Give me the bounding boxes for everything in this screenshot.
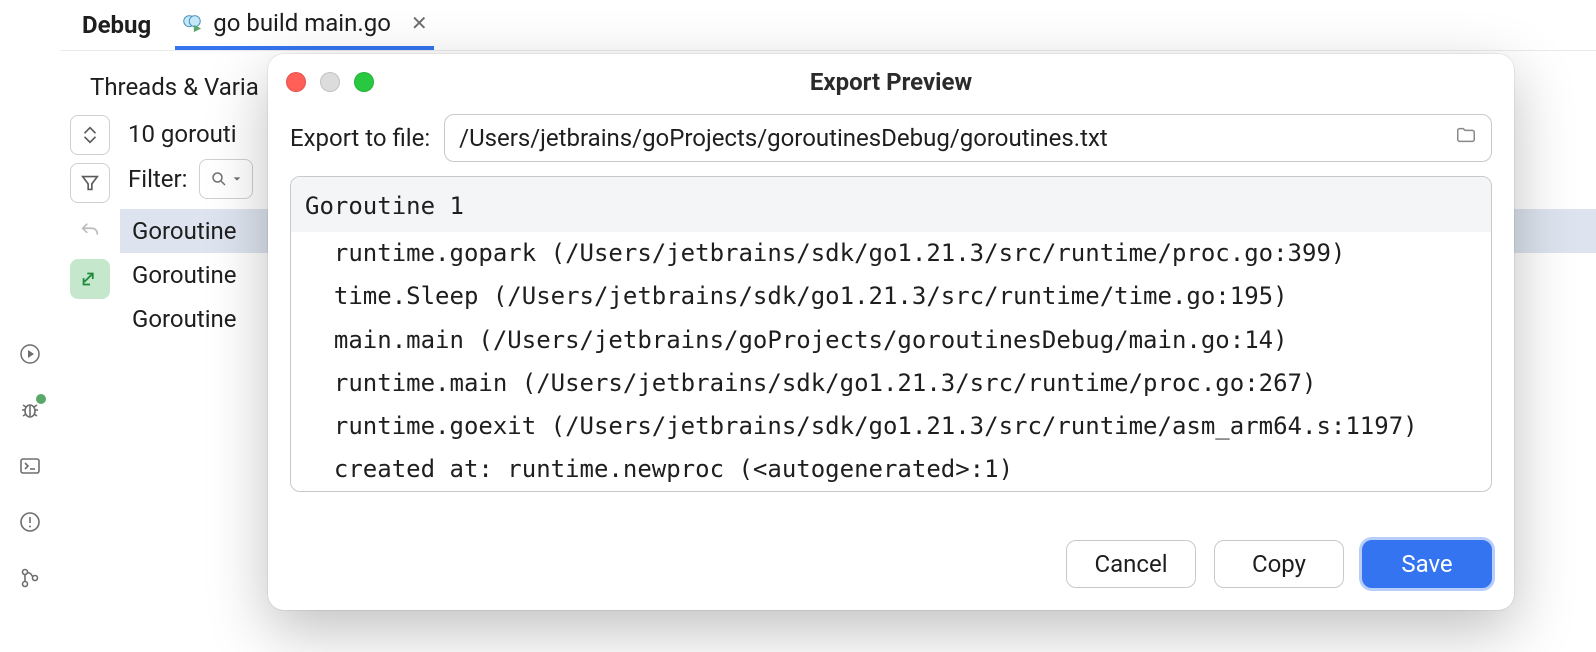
minimize-window-icon <box>320 72 340 92</box>
chevron-down-icon <box>232 174 242 184</box>
export-preview-dialog: Export Preview Export to file: /Users/je… <box>268 54 1514 610</box>
search-icon <box>210 170 228 188</box>
export-path-input[interactable]: /Users/jetbrains/goProjects/goroutinesDe… <box>444 114 1492 162</box>
tab-strip: Debug go build main.go ✕ <box>60 0 434 50</box>
dialog-buttons: Cancel Copy Save <box>1066 540 1492 588</box>
run-icon[interactable] <box>16 340 44 368</box>
window-controls <box>286 72 374 92</box>
cancel-button[interactable]: Cancel <box>1066 540 1196 588</box>
go-run-icon <box>181 12 203 34</box>
export-path-value: /Users/jetbrains/goProjects/goroutinesDe… <box>459 124 1108 152</box>
copy-button[interactable]: Copy <box>1214 540 1344 588</box>
tab-file-label: go build main.go <box>213 9 391 37</box>
preview-text: Goroutine 1 runtime.gopark (/Users/jetbr… <box>291 177 1491 492</box>
export-to-file-label: Export to file: <box>290 124 430 152</box>
zoom-window-icon[interactable] <box>354 72 374 92</box>
undo-icon[interactable] <box>70 211 110 251</box>
filter-label: Filter: <box>128 165 187 193</box>
tab-debug[interactable]: Debug <box>82 11 151 39</box>
problems-icon[interactable] <box>16 508 44 536</box>
folder-icon[interactable] <box>1455 124 1477 152</box>
preview-box[interactable]: Goroutine 1 runtime.gopark (/Users/jetbr… <box>290 176 1492 492</box>
tab-go-build[interactable]: go build main.go ✕ <box>175 0 433 50</box>
filter-icon[interactable] <box>70 163 110 203</box>
dialog-title: Export Preview <box>810 68 972 96</box>
collapse-icon[interactable] <box>70 115 110 155</box>
panel-gutter <box>60 109 120 341</box>
filter-search[interactable] <box>199 159 253 199</box>
export-icon[interactable] <box>70 259 110 299</box>
save-button[interactable]: Save <box>1362 540 1492 588</box>
close-icon[interactable]: ✕ <box>411 11 428 35</box>
debug-icon[interactable] <box>16 396 44 424</box>
tool-rail <box>0 0 60 652</box>
dialog-titlebar: Export Preview <box>268 54 1514 110</box>
terminal-icon[interactable] <box>16 452 44 480</box>
vcs-icon[interactable] <box>16 564 44 592</box>
close-window-icon[interactable] <box>286 72 306 92</box>
